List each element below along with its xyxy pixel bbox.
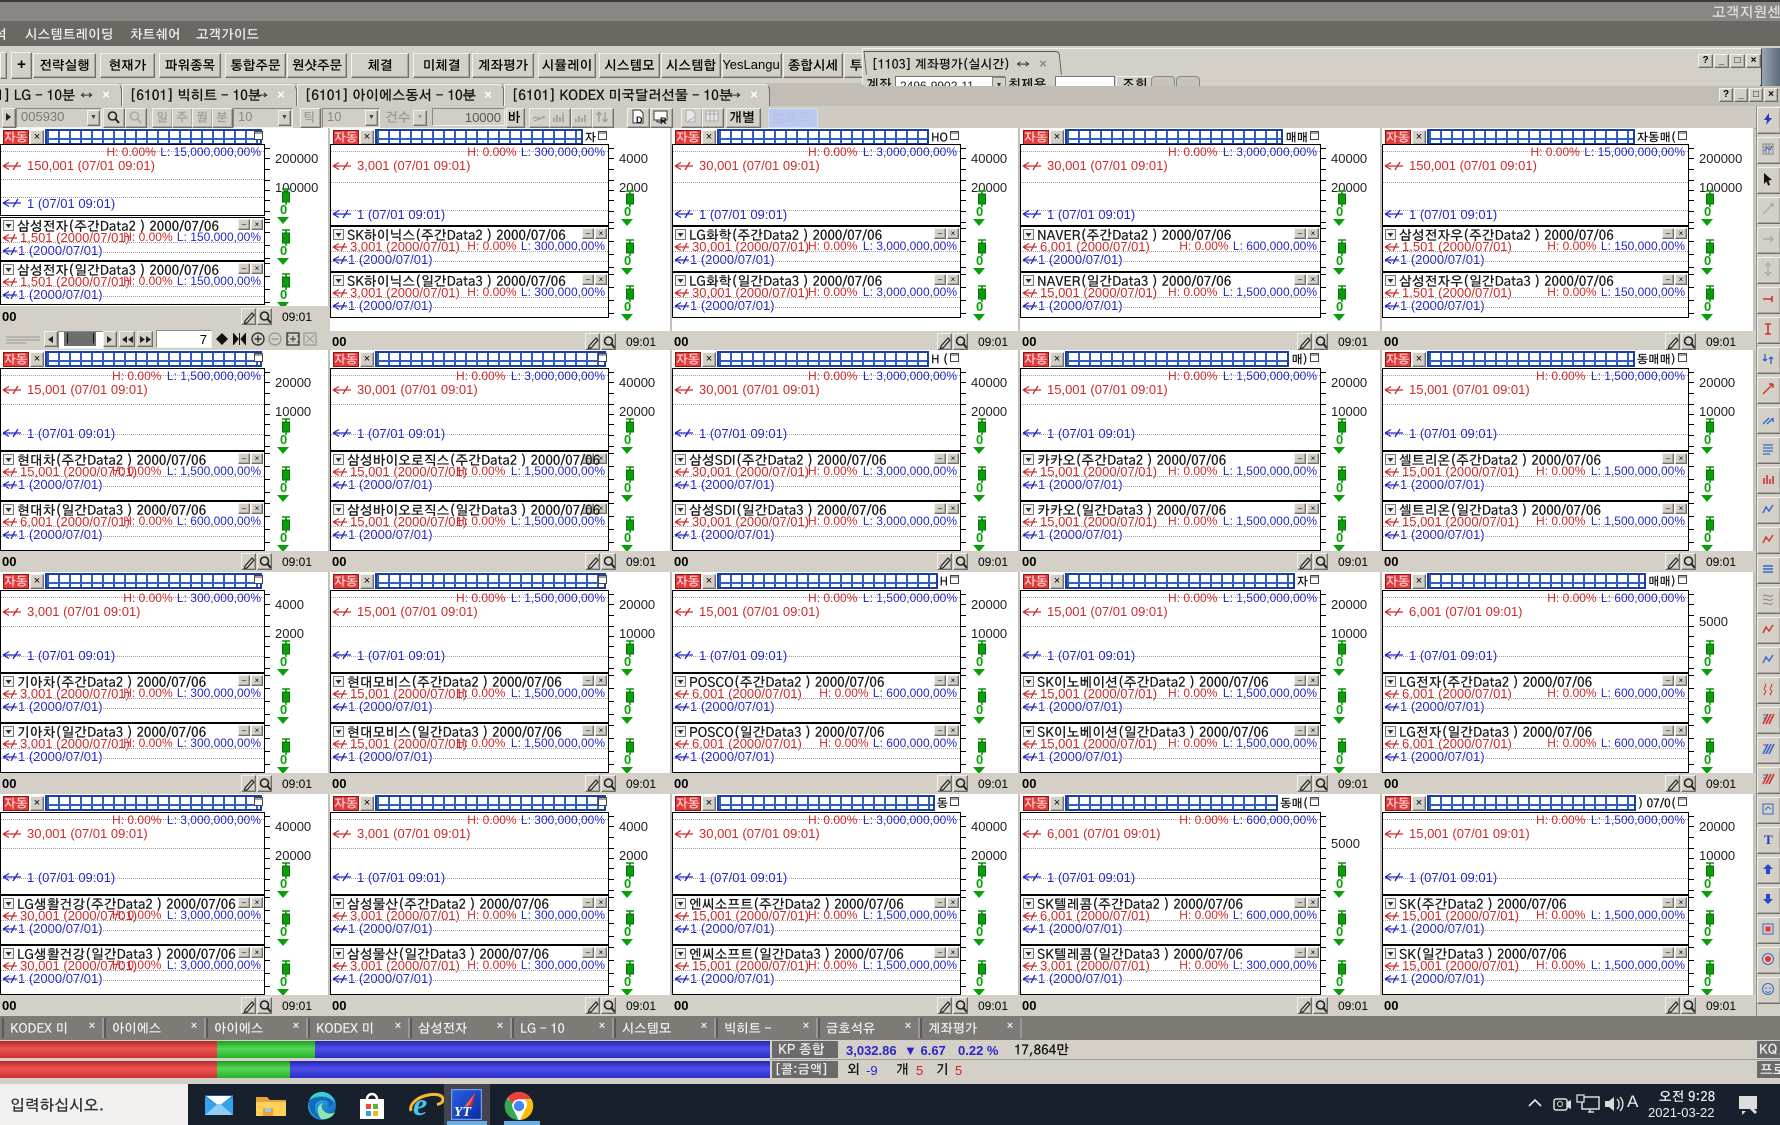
- svg-text:T: T: [1764, 832, 1773, 846]
- svg-text:e: e: [413, 1087, 427, 1122]
- svg-text:R: R: [660, 116, 667, 125]
- svg-text:YT: YT: [454, 1105, 473, 1120]
- svg-text:D: D: [636, 115, 643, 125]
